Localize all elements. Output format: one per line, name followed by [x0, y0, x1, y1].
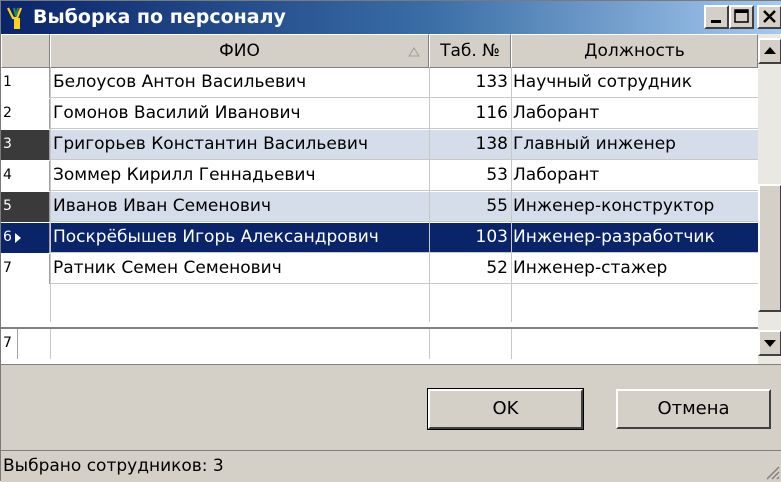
cell-fio: Белоусов Антон Васильевич — [53, 72, 307, 92]
row-indicator[interactable]: 4 — [1, 161, 50, 191]
personnel-grid[interactable]: ФИО Таб. № Должность 1 Белоусов Антон Вас… — [1, 34, 781, 364]
row-number: 1 — [3, 74, 12, 90]
window-title: Выборка по персоналу — [33, 6, 286, 28]
table-row[interactable]: 3 Григорьев Константин Васильевич 138 Главн… — [1, 130, 758, 160]
cell-position: Научный сотрудник — [513, 72, 692, 92]
row-indicator[interactable]: 1 — [1, 68, 50, 98]
column-divider — [50, 329, 51, 359]
status-bar: Выбрано сотрудников: 3 — [1, 450, 781, 482]
column-header-tab-number[interactable]: Таб. № — [429, 34, 511, 68]
column-divider — [429, 68, 430, 322]
title-bar[interactable]: Выборка по персоналу — [1, 1, 781, 34]
column-divider — [511, 329, 512, 359]
row-indicator[interactable]: 3 — [1, 130, 50, 160]
row-number: 5 — [3, 198, 12, 214]
minimize-button[interactable] — [704, 5, 729, 29]
arrow-up-icon — [764, 47, 776, 54]
table-row[interactable]: 7 Ратник Семен Семенович 52 Инженер-стажер — [1, 254, 758, 284]
column-header-position-label: Должность — [584, 41, 685, 61]
cell-tab-number: 116 — [475, 103, 508, 123]
column-header-fio[interactable]: ФИО — [50, 34, 429, 68]
cell-tab-number: 138 — [475, 134, 508, 154]
arrow-down-icon — [764, 340, 776, 347]
cell-fio: Григорьев Константин Васильевич — [53, 134, 368, 154]
cell-fio: Поскрёбышев Игорь Александрович — [53, 227, 379, 247]
column-divider — [429, 329, 430, 359]
cell-position: Инженер-стажер — [513, 258, 668, 278]
cell-fio: Зоммер Кирилл Геннадьевич — [53, 165, 316, 185]
maximize-button[interactable] — [729, 5, 754, 29]
footer-count: 7 — [1, 329, 18, 359]
table-row[interactable]: 4 Зоммер Кирилл Геннадьевич 53 Лаборант — [1, 161, 758, 191]
ok-button[interactable]: OK — [427, 388, 584, 430]
scroll-thumb[interactable] — [758, 184, 781, 312]
cell-tab-number: 103 — [475, 227, 508, 247]
personnel-selection-window: Выборка по персоналу ФИО Таб. № Должност… — [0, 0, 781, 482]
close-button[interactable] — [757, 5, 781, 29]
close-icon — [763, 10, 776, 23]
row-number: 7 — [3, 260, 12, 276]
minimize-icon — [711, 20, 721, 23]
row-indicator[interactable]: 6 — [1, 223, 50, 253]
footer-row: 7 — [1, 327, 758, 360]
sort-ascending-icon — [408, 47, 420, 57]
current-row-arrow-icon — [15, 233, 21, 243]
column-header-tab-number-label: Таб. № — [440, 41, 500, 61]
cell-position: Лаборант — [513, 103, 600, 123]
cancel-button[interactable]: Отмена — [616, 389, 771, 429]
cell-fio: Гомонов Василий Иванович — [53, 103, 301, 123]
tuning-fork-icon — [5, 6, 29, 30]
column-divider — [50, 68, 51, 322]
cell-tab-number: 52 — [486, 258, 508, 278]
scroll-up-button[interactable] — [758, 38, 781, 64]
button-panel: OK Отмена — [1, 364, 781, 450]
row-number: 6 — [3, 229, 12, 245]
row-number: 4 — [3, 167, 12, 183]
cell-fio: Иванов Иван Семенович — [53, 196, 272, 216]
cell-position: Инженер-конструктор — [513, 196, 715, 216]
cell-position: Лаборант — [513, 165, 600, 185]
table-row[interactable]: 1 Белоусов Антон Васильевич 133 Научный сот… — [1, 68, 758, 98]
row-number: 2 — [3, 105, 12, 121]
cell-position: Инженер-разработчик — [513, 227, 715, 247]
cell-tab-number: 53 — [486, 165, 508, 185]
row-indicator[interactable]: 5 — [1, 192, 50, 222]
cell-tab-number: 133 — [475, 72, 508, 92]
cell-position: Главный инженер — [513, 134, 676, 154]
header-indicator-corner — [1, 34, 50, 68]
resize-grip-icon[interactable] — [764, 464, 780, 480]
column-header-position[interactable]: Должность — [511, 34, 758, 68]
column-divider — [511, 68, 512, 322]
row-indicator[interactable]: 2 — [1, 99, 50, 129]
vertical-scrollbar[interactable] — [758, 34, 781, 364]
table-row[interactable]: 2 Гомонов Василий Иванович 116 Лаборант — [1, 99, 758, 129]
maximize-icon — [734, 9, 749, 23]
row-indicator[interactable]: 7 — [1, 254, 50, 284]
scroll-down-button[interactable] — [758, 330, 781, 356]
cell-tab-number: 55 — [486, 196, 508, 216]
table-row[interactable]: 5 Иванов Иван Семенович 55 Инженер-конструк… — [1, 192, 758, 222]
row-number: 3 — [3, 136, 12, 152]
column-header-fio-label: ФИО — [219, 41, 260, 61]
selected-count-text: Выбрано сотрудников: 3 — [3, 456, 224, 476]
table-row[interactable]: 6 Поскрёбышев Игорь Александрович 103 Инжен… — [1, 223, 758, 253]
cell-fio: Ратник Семен Семенович — [53, 258, 282, 278]
